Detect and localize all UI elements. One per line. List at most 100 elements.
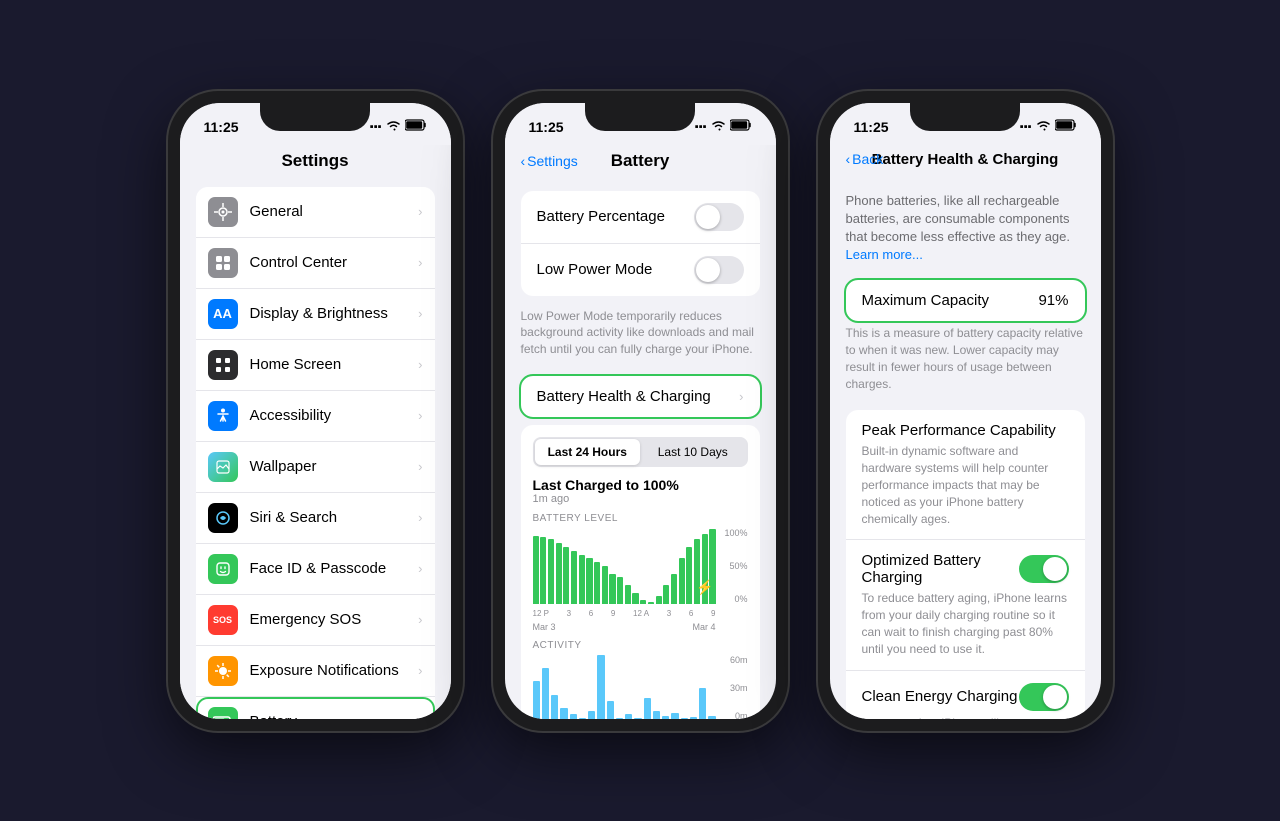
- low-power-mode-row[interactable]: Low Power Mode: [521, 244, 760, 296]
- battery-settings-icon: [208, 707, 238, 719]
- battery-back[interactable]: ‹ Settings: [521, 153, 578, 169]
- sidebar-item-home-screen[interactable]: Home Screen ›: [196, 340, 435, 391]
- optimized-charging-toggle[interactable]: [1019, 555, 1069, 583]
- battery-label: Battery: [250, 713, 419, 719]
- emergency-sos-chevron: ›: [418, 612, 422, 627]
- ab8: [597, 655, 604, 719]
- ab20: [708, 716, 715, 719]
- bar-20: [679, 558, 685, 604]
- exposure-notifications-chevron: ›: [418, 663, 422, 678]
- accessibility-icon: [208, 401, 238, 431]
- bar-6: [571, 551, 577, 604]
- toggle-thumb-2: [696, 258, 720, 282]
- ay-30: 30m: [718, 683, 748, 693]
- battery-percentage-toggle[interactable]: [694, 203, 744, 231]
- bar-5: [563, 547, 569, 604]
- clean-toggle-thumb: [1043, 685, 1067, 709]
- bar-10: [602, 566, 608, 604]
- activity-chart: 60m 30m 0m: [533, 655, 748, 719]
- low-power-mode-label: Low Power Mode: [537, 261, 653, 278]
- battery-chevron: ›: [418, 714, 422, 719]
- general-icon: [208, 197, 238, 227]
- optimized-charging-row: Optimized Battery Charging To reduce bat…: [846, 540, 1085, 670]
- bh-back-chevron-icon: ‹: [846, 151, 851, 167]
- sidebar-item-display-brightness[interactable]: AA Display & Brightness ›: [196, 289, 435, 340]
- back-chevron-icon: ‹: [521, 153, 526, 169]
- charging-icon: ⚡: [696, 579, 713, 596]
- activity-label: ACTIVITY: [533, 640, 748, 651]
- sidebar-item-general[interactable]: General ›: [196, 187, 435, 238]
- battery-health-chevron: ›: [739, 389, 743, 404]
- bar-8: [586, 558, 592, 604]
- clean-energy-title: Clean Energy Charging: [862, 688, 1018, 705]
- ab12: [634, 718, 641, 719]
- time-selector[interactable]: Last 24 Hours Last 10 Days: [533, 437, 748, 467]
- learn-more-link[interactable]: Learn more...: [846, 247, 923, 262]
- sidebar-item-accessibility[interactable]: Accessibility ›: [196, 391, 435, 442]
- sidebar-item-emergency-sos[interactable]: SOS Emergency SOS ›: [196, 595, 435, 646]
- bh-main-section: Peak Performance Capability Built-in dyn…: [846, 410, 1085, 718]
- battery-level-chart: 100% 50% 0%: [533, 528, 748, 618]
- siri-search-label: Siri & Search: [250, 509, 419, 526]
- bh-back[interactable]: ‹ Back: [846, 151, 884, 167]
- face-id-label: Face ID & Passcode: [250, 560, 419, 577]
- max-capacity-header: Maximum Capacity 91%: [862, 292, 1069, 309]
- display-brightness-icon: AA: [208, 299, 238, 329]
- clean-energy-row: Clean Energy Charging In your region, iP…: [846, 671, 1085, 719]
- wifi-icon: [386, 119, 401, 134]
- peak-performance-header: Peak Performance Capability: [862, 422, 1069, 439]
- bar-11: [609, 574, 615, 604]
- wifi-icon-2: [711, 119, 726, 134]
- bh-intro-text: Phone batteries, like all rechargeable b…: [846, 193, 1071, 244]
- ab1: [533, 681, 540, 718]
- bh-back-label: Back: [852, 151, 883, 167]
- last-charged-title: Last Charged to 100%: [533, 477, 748, 493]
- time-btn-10d[interactable]: Last 10 Days: [640, 439, 746, 465]
- exposure-notifications-icon: [208, 656, 238, 686]
- sidebar-item-control-center[interactable]: Control Center ›: [196, 238, 435, 289]
- status-time-3: 11:25: [854, 119, 889, 135]
- battery-icon-2: [730, 119, 752, 134]
- ab6: [579, 718, 586, 719]
- status-icons-2: ▪▪▪: [695, 119, 752, 134]
- optimized-charging-header: Optimized Battery Charging: [862, 552, 1069, 586]
- ab11: [625, 714, 632, 718]
- wallpaper-label: Wallpaper: [250, 458, 419, 475]
- ab2: [542, 668, 549, 718]
- siri-search-icon: [208, 503, 238, 533]
- ab14: [653, 711, 660, 719]
- emergency-sos-label: Emergency SOS: [250, 611, 419, 628]
- status-icons: ▪▪▪: [370, 119, 427, 134]
- optimized-toggle-thumb: [1043, 557, 1067, 581]
- clean-energy-toggle[interactable]: [1019, 683, 1069, 711]
- max-capacity-value: 91%: [1038, 292, 1068, 309]
- emergency-sos-icon: SOS: [208, 605, 238, 635]
- accessibility-label: Accessibility: [250, 407, 419, 424]
- battery-percentage-label: Battery Percentage: [537, 208, 665, 225]
- max-capacity-label: Maximum Capacity: [862, 292, 990, 309]
- battery-health-charging-row[interactable]: Battery Health & Charging ›: [521, 376, 760, 417]
- sidebar-item-battery[interactable]: Battery ›: [196, 697, 435, 719]
- bar-14: [632, 593, 638, 604]
- accessibility-chevron: ›: [418, 408, 422, 423]
- ab7: [588, 711, 595, 719]
- battery-percentage-row[interactable]: Battery Percentage: [521, 191, 760, 244]
- sidebar-item-face-id[interactable]: Face ID & Passcode ›: [196, 544, 435, 595]
- bh-title: Battery Health & Charging: [872, 151, 1059, 168]
- bar-9: [594, 562, 600, 604]
- bar-13: [625, 585, 631, 604]
- low-power-mode-toggle[interactable]: [694, 256, 744, 284]
- wallpaper-icon: [208, 452, 238, 482]
- bar-15: [640, 600, 646, 604]
- status-icons-3: ▪▪▪: [1020, 119, 1077, 134]
- ab3: [551, 695, 558, 719]
- sidebar-item-siri-search[interactable]: Siri & Search ›: [196, 493, 435, 544]
- peak-performance-title: Peak Performance Capability: [862, 422, 1056, 439]
- time-btn-24h[interactable]: Last 24 Hours: [535, 439, 641, 465]
- home-screen-label: Home Screen: [250, 356, 419, 373]
- status-time: 11:25: [204, 119, 239, 135]
- signal-icon-2: ▪▪▪: [695, 121, 707, 133]
- sidebar-item-wallpaper[interactable]: Wallpaper ›: [196, 442, 435, 493]
- sidebar-item-exposure-notifications[interactable]: Exposure Notifications ›: [196, 646, 435, 697]
- display-brightness-label: Display & Brightness: [250, 305, 419, 322]
